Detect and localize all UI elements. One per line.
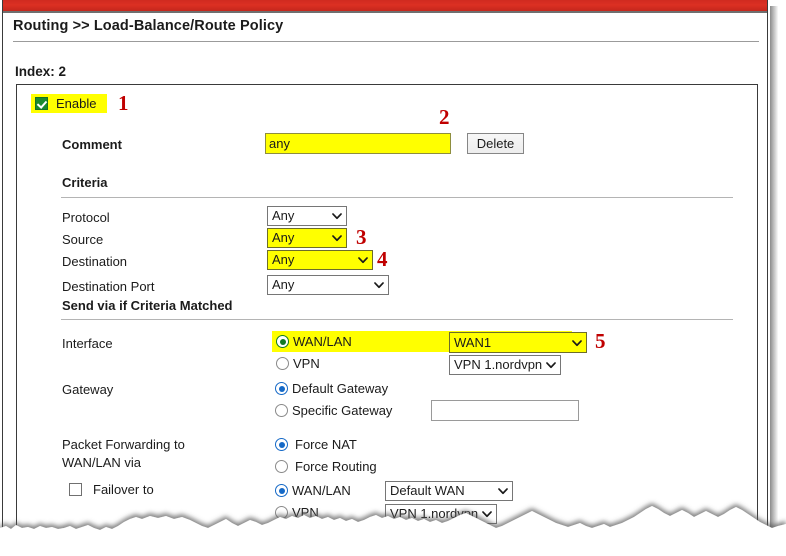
- radio-unselected-icon: [275, 460, 288, 473]
- window-drop-shadow: [770, 6, 778, 546]
- chevron-down-icon: [332, 211, 342, 220]
- router-config-window: Routing >> Load-Balance/Route Policy Ind…: [2, 0, 768, 540]
- radio-selected-icon: [275, 484, 288, 497]
- top-red-band: [3, 0, 767, 11]
- interface-option-vpn-label: VPN: [293, 356, 320, 371]
- policy-form-panel: Enable 1 Comment 2 Delete Criteria Proto…: [16, 84, 758, 540]
- radio-selected-icon: [275, 382, 288, 395]
- criteria-heading: Criteria: [62, 175, 108, 190]
- failover-option-wanlan-label: WAN/LAN: [292, 483, 351, 498]
- failover-route-policy-select-value: Index 1: [390, 528, 433, 540]
- source-label: Source: [62, 232, 104, 247]
- specific-gateway-input[interactable]: [431, 400, 579, 421]
- source-select[interactable]: Any: [267, 228, 347, 248]
- chevron-down-icon: [498, 486, 508, 495]
- chevron-down-icon: [482, 509, 492, 518]
- destination-label: Destination: [62, 254, 128, 269]
- interface-option-wanlan[interactable]: WAN/LAN: [276, 334, 352, 349]
- radio-unselected-icon: [275, 506, 288, 519]
- radio-unselected-icon: [275, 528, 288, 540]
- destination-port-select-value: Any: [272, 277, 295, 292]
- packet-forwarding-label-line2: WAN/LAN via: [62, 455, 141, 470]
- failover-vpn-select-value: VPN 1.nordvpn: [390, 506, 479, 521]
- protocol-label: Protocol: [62, 210, 110, 225]
- interface-option-vpn[interactable]: VPN: [276, 356, 320, 371]
- interface-vpn-select[interactable]: VPN 1.nordvpn: [449, 355, 561, 375]
- comment-input[interactable]: [265, 133, 451, 154]
- source-select-value: Any: [272, 230, 295, 245]
- gateway-option-specific-label: Specific Gateway: [292, 403, 393, 418]
- packet-forwarding-option-force-routing[interactable]: Force Routing: [275, 459, 377, 474]
- failover-option-vpn-label: VPN: [292, 505, 319, 520]
- annotation-2: 2: [439, 105, 450, 129]
- radio-unselected-icon: [275, 404, 288, 417]
- enable-label: Enable: [56, 96, 97, 111]
- comment-label: Comment: [62, 137, 122, 152]
- packet-forwarding-label-line1: Packet Forwarding to: [62, 437, 185, 452]
- failover-label: Failover to: [93, 482, 154, 497]
- chevron-down-icon: [332, 233, 342, 242]
- packet-forwarding-option-force-routing-label: Force Routing: [295, 459, 377, 474]
- packet-forwarding-option-force-nat-label: Force NAT: [295, 437, 357, 452]
- protocol-select-value: Any: [272, 208, 295, 223]
- annotation-1: 1: [118, 91, 129, 115]
- packet-forwarding-option-force-nat[interactable]: Force NAT: [275, 437, 357, 452]
- gateway-label: Gateway: [62, 382, 114, 397]
- chevron-down-icon: [572, 338, 582, 347]
- failover-option-wanlan[interactable]: WAN/LAN: [275, 483, 351, 498]
- radio-unselected-icon: [276, 357, 289, 370]
- gateway-option-default-label: Default Gateway: [292, 381, 389, 396]
- protocol-select[interactable]: Any: [267, 206, 347, 226]
- failover-option-route-policy[interactable]: Route Policy: [275, 527, 365, 540]
- chevron-down-icon: [546, 360, 556, 369]
- radio-selected-icon: [275, 438, 288, 451]
- failover-vpn-select[interactable]: VPN 1.nordvpn: [385, 504, 497, 524]
- send-via-divider: [61, 319, 733, 320]
- chevron-down-icon: [358, 255, 368, 264]
- failover-option-vpn[interactable]: VPN: [275, 505, 319, 520]
- interface-wanlan-select[interactable]: WAN1: [449, 332, 587, 353]
- criteria-divider: [61, 197, 733, 198]
- failover-wanlan-select-value: Default WAN: [390, 483, 465, 498]
- gateway-option-specific[interactable]: Specific Gateway: [275, 403, 392, 418]
- destination-select-value: Any: [272, 252, 295, 267]
- send-via-heading: Send via if Criteria Matched: [62, 298, 233, 313]
- failover-checkbox[interactable]: Failover to: [69, 482, 154, 497]
- failover-wanlan-select[interactable]: Default WAN: [385, 481, 513, 501]
- top-band-divider: [3, 11, 767, 13]
- failover-option-route-policy-label: Route Policy: [292, 527, 365, 540]
- page-title: Index: 2: [15, 64, 67, 79]
- annotation-3: 3: [356, 225, 367, 249]
- annotation-4: 4: [377, 247, 388, 271]
- gateway-option-default[interactable]: Default Gateway: [275, 381, 388, 396]
- destination-select[interactable]: Any: [267, 250, 373, 270]
- radio-selected-icon: [276, 335, 289, 348]
- failover-route-policy-select[interactable]: Index 1: [385, 526, 453, 540]
- interface-vpn-select-value: VPN 1.nordvpn: [454, 357, 543, 372]
- checked-checkbox-icon: [35, 97, 48, 110]
- breadcrumb: Routing >> Load-Balance/Route Policy: [13, 18, 284, 34]
- chevron-down-icon: [374, 280, 384, 289]
- unchecked-checkbox-icon: [69, 483, 82, 496]
- destination-port-select[interactable]: Any: [267, 275, 389, 295]
- breadcrumb-divider: [13, 41, 759, 42]
- destination-port-label: Destination Port: [62, 279, 155, 294]
- interface-option-wanlan-label: WAN/LAN: [293, 334, 352, 349]
- annotation-5: 5: [595, 329, 606, 353]
- interface-label: Interface: [62, 336, 113, 351]
- interface-wanlan-select-value: WAN1: [454, 335, 492, 350]
- delete-button[interactable]: Delete: [467, 133, 524, 154]
- enable-checkbox[interactable]: Enable: [35, 96, 96, 111]
